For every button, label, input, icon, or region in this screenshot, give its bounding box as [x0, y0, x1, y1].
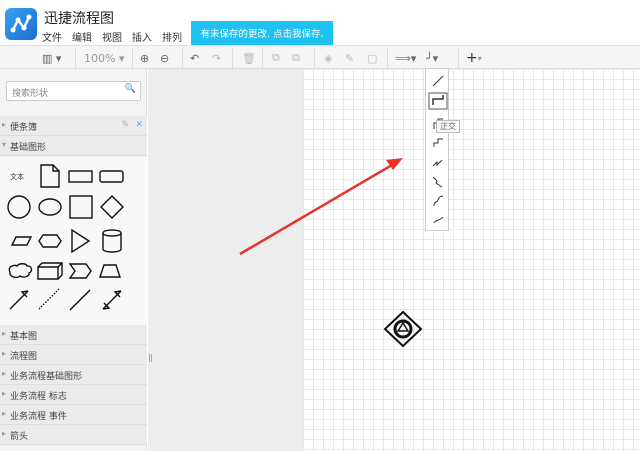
shape-trapezoid	[99, 264, 121, 278]
shape-document	[40, 164, 60, 188]
shadow-icon[interactable]: ▢	[367, 50, 377, 66]
shape-rounded-rectangle	[99, 170, 124, 183]
shape-triangle	[71, 228, 91, 254]
search-icon[interactable]: 🔍	[125, 84, 136, 94]
entity-relation-icon	[432, 176, 443, 188]
divider	[182, 48, 183, 68]
shape-cube	[37, 262, 63, 280]
fill-color-icon[interactable]: ◈	[324, 50, 332, 66]
delete-icon[interactable]: 🗑	[242, 50, 256, 66]
sidebar-resize-handle[interactable]	[149, 354, 152, 362]
shape-hexagon	[38, 234, 62, 248]
shape-sidebar: 搜索形状 🔍 便条簿 ✎ ✕ 基础图形 文本 基本图 流程图 业务流程基础图形 业务流…	[0, 69, 147, 451]
shape-step	[68, 263, 92, 279]
shape-diamond	[100, 195, 124, 219]
divider	[75, 48, 76, 68]
shape-palette: 文本	[0, 157, 147, 325]
section-label: 基本图	[10, 332, 38, 342]
curve-icon	[433, 195, 444, 207]
section-basic[interactable]: 基本图	[0, 325, 147, 345]
shape-arrow	[9, 290, 29, 310]
insert-plus-icon[interactable]: + ▾	[466, 50, 482, 66]
isometric-waypoint-icon	[433, 138, 443, 147]
to-front-icon[interactable]: ⧉	[272, 50, 280, 66]
section-bpmn-markers[interactable]: 业务流程 标志	[0, 385, 147, 405]
shape-line	[69, 289, 91, 311]
section-label: 业务流程 标志	[10, 392, 67, 402]
shape-rectangle	[68, 170, 93, 183]
curved-waypoint-icon	[432, 159, 443, 167]
section-label: 流程图	[10, 352, 38, 362]
section-label: 便条簿	[10, 123, 38, 133]
divider	[262, 48, 263, 68]
shape-search-input[interactable]: 搜索形状 🔍	[6, 81, 141, 101]
menu-insert[interactable]: 插入	[132, 29, 152, 44]
section-label: 业务流程 事件	[10, 412, 67, 422]
orthogonal-waypoint-icon	[432, 95, 444, 105]
rounded-icon	[433, 216, 444, 224]
section-flowchart[interactable]: 流程图	[0, 345, 147, 365]
shape-square	[69, 195, 93, 219]
connection-style-icon[interactable]: ⟹▾	[395, 50, 416, 66]
menu-bar: 文件 编辑 视图 插入 排列	[42, 29, 182, 44]
shape-dashed-line	[38, 288, 60, 310]
menu-edit[interactable]: 编辑	[72, 29, 92, 44]
edit-icon[interactable]: ✎	[121, 120, 129, 130]
section-label: 业务流程基础图形	[10, 372, 83, 382]
line-color-icon[interactable]: ✎	[345, 50, 354, 66]
search-placeholder: 搜索形状	[12, 89, 49, 99]
shape-ellipse	[38, 198, 62, 216]
section-bpmn-events[interactable]: 业务流程 事件	[0, 405, 147, 425]
tooltip: 正交	[436, 120, 460, 133]
format-panel-button[interactable]: ▥ ▾	[42, 50, 61, 66]
section-label: 基础图形	[10, 143, 47, 153]
menu-view[interactable]: 视图	[102, 29, 122, 44]
waypoint-style-icon[interactable]: ┘▾	[426, 50, 438, 66]
shape-bidirectional-arrow	[102, 290, 122, 310]
diagram-canvas[interactable]	[303, 69, 640, 451]
section-scratchpad[interactable]: 便条簿 ✎ ✕	[0, 116, 147, 136]
section-bpmn-basic[interactable]: 业务流程基础图形	[0, 365, 147, 385]
save-notice-button[interactable]: 有未保存的更改. 点击我保存.	[191, 21, 333, 45]
orthogonal-selected-frame	[428, 92, 448, 110]
to-back-icon[interactable]: ⧉	[292, 50, 300, 66]
shape-cylinder	[102, 229, 122, 253]
zoom-value: 100%	[84, 51, 116, 65]
section-label: 箭头	[10, 432, 29, 442]
divider	[232, 48, 233, 68]
section-arrows[interactable]: 箭头	[0, 425, 147, 445]
toolbar: ▥ ▾ 100% ▾ ⊕ ⊖ ↶ ↷ 🗑 ⧉ ⧉ ◈ ✎ ▢ ⟹▾ ┘▾ + ▾	[0, 45, 640, 69]
redo-icon[interactable]: ↷	[212, 50, 221, 66]
app-title: 迅捷流程图	[44, 11, 114, 27]
close-icon[interactable]: ✕	[135, 120, 143, 130]
app-logo	[5, 8, 37, 40]
header: 迅捷流程图 文件 编辑 视图 插入 排列 有未保存的更改. 点击我保存.	[0, 0, 640, 45]
waypoint-style-menu	[425, 68, 449, 231]
section-basic-shapes[interactable]: 基础图形	[0, 136, 147, 156]
shape-circle	[7, 195, 31, 219]
divider	[314, 48, 315, 68]
menu-file[interactable]: 文件	[42, 29, 62, 44]
undo-icon[interactable]: ↶	[190, 50, 199, 66]
straight-waypoint-icon	[432, 75, 444, 87]
canvas-margin	[148, 69, 303, 451]
divider	[132, 48, 133, 68]
divider	[458, 48, 459, 68]
shape-cloud	[8, 263, 33, 279]
zoom-out-icon[interactable]: ⊖	[160, 50, 169, 66]
zoom-in-icon[interactable]: ⊕	[140, 50, 149, 66]
divider	[387, 48, 388, 68]
menu-arrange[interactable]: 排列	[162, 29, 182, 44]
zoom-select[interactable]: 100% ▾	[84, 50, 124, 66]
shape-parallelogram	[10, 236, 33, 246]
